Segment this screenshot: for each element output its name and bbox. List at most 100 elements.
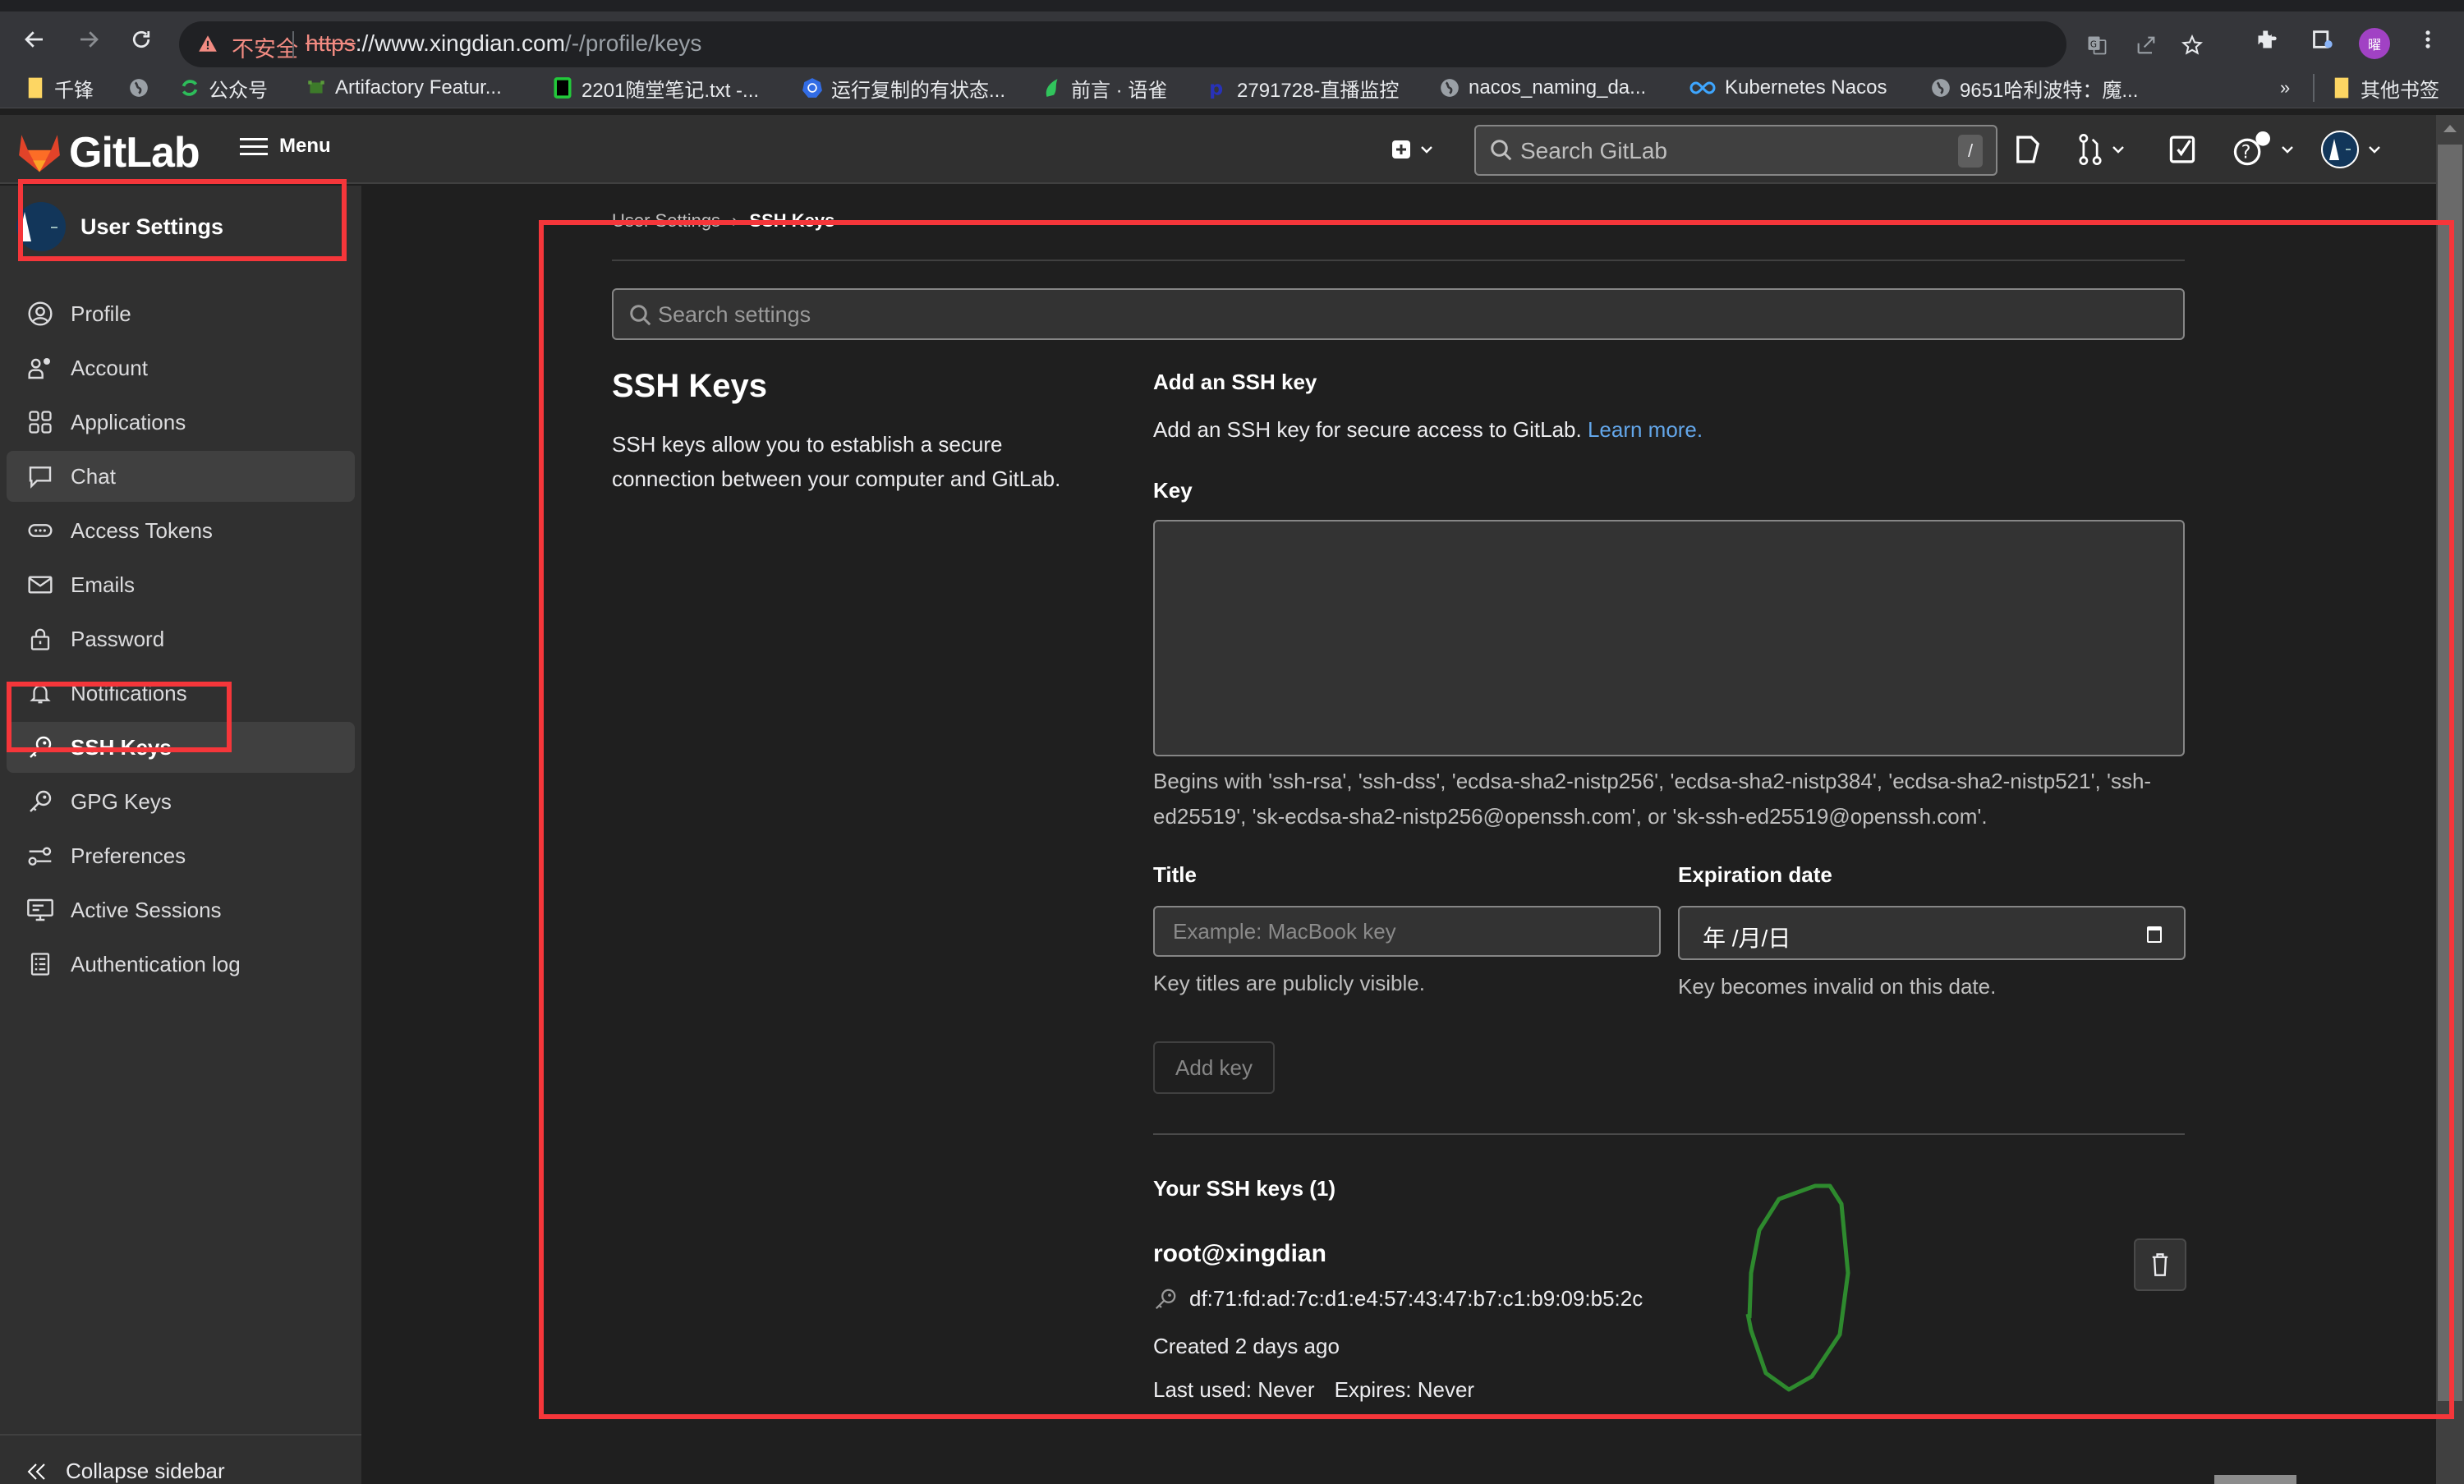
sidebar-item-ssh-keys[interactable]: SSH Keys (7, 722, 355, 773)
sidebar-context-header[interactable]: User Settings (16, 202, 345, 251)
search-shortcut-hint: / (1958, 135, 1983, 168)
search-icon (630, 305, 651, 326)
extensions-icon[interactable] (2250, 23, 2283, 56)
reload-button[interactable] (125, 23, 158, 56)
folder-icon (2331, 77, 2352, 99)
log-icon (26, 950, 54, 978)
divider (0, 1434, 361, 1436)
warning-icon (197, 33, 218, 54)
floating-thumbnail (2214, 1475, 2296, 1484)
bookmark-item[interactable]: nacos_naming_da... (1439, 74, 1646, 102)
key-help-text: Begins with 'ssh-rsa', 'ssh-dss', 'ecdsa… (1153, 769, 2152, 829)
gitlab-tanuki-icon (19, 135, 60, 172)
key-textarea[interactable] (1153, 520, 2185, 756)
folder-icon (25, 77, 46, 99)
back-button[interactable] (18, 23, 51, 56)
url-text[interactable]: https://www.xingdian.com/-/profile/keys (306, 30, 701, 57)
delete-key-button[interactable] (2134, 1238, 2186, 1291)
page-scrollbar[interactable] (2436, 115, 2464, 1484)
plus-square-icon (1392, 140, 1410, 159)
add-key-button[interactable]: Add key (1153, 1041, 1275, 1094)
calendar-icon[interactable] (2146, 924, 2163, 944)
key-icon (1155, 1289, 1176, 1309)
key-icon (26, 733, 54, 761)
translate-icon[interactable]: G (2083, 31, 2111, 59)
hamburger-icon (240, 138, 268, 155)
ssh-key-usage-meta: Last used: Never Expires: Never (1153, 1377, 1474, 1403)
more-menu-icon[interactable] (2411, 23, 2444, 56)
create-new-dropdown[interactable] (1391, 131, 1434, 168)
title-help-text: Key titles are publicly visible. (1153, 971, 1425, 995)
issues-button[interactable] (2014, 131, 2042, 168)
title-label: Title (1153, 862, 1197, 887)
share-icon[interactable] (2132, 31, 2160, 59)
bookmark-item[interactable]: p 2791728-直播监控 (1207, 74, 1399, 102)
sidebar-item-preferences[interactable]: Preferences (7, 830, 355, 881)
sidebar-item-notifications[interactable]: Notifications (7, 668, 355, 719)
sidebar-item-chat[interactable]: Chat (7, 451, 355, 502)
other-bookmarks[interactable]: 其他书签 (2331, 74, 2439, 102)
gitlab-header: GitLab Menu Search GitLab / ? (0, 115, 2436, 184)
gitlab-search-input[interactable]: Search GitLab / (1474, 125, 1997, 176)
sidebar-item-profile[interactable]: Profile (7, 288, 355, 339)
bookmark-item[interactable]: 前言 · 语雀 (1041, 74, 1167, 102)
infinity-icon (1689, 77, 1717, 99)
sidebar-item-emails[interactable]: Emails (7, 559, 355, 610)
p-icon: p (1207, 77, 1229, 99)
security-label[interactable]: 不安全 (232, 31, 298, 63)
collapse-sidebar-button[interactable]: Collapse sidebar (26, 1459, 225, 1484)
user-menu-dropdown[interactable] (2321, 131, 2382, 168)
breadcrumb-parent-link[interactable]: User Settings (612, 210, 720, 232)
ssh-key-created: Created 2 days ago (1153, 1334, 1340, 1358)
scrollbar-thumb[interactable] (2438, 145, 2462, 1401)
forward-button[interactable] (72, 23, 105, 56)
sidebar-item-access-tokens[interactable]: Access Tokens (7, 505, 355, 556)
sidebar-item-account[interactable]: Account (7, 342, 355, 393)
sidebar-context-title: User Settings (80, 214, 224, 239)
divider (292, 31, 294, 57)
sidebar-item-password[interactable]: Password (7, 613, 355, 664)
sidebar-item-active-sessions[interactable]: Active Sessions (7, 884, 355, 935)
applications-icon (26, 408, 54, 436)
yuque-icon (1041, 77, 1063, 99)
menu-button[interactable]: Menu (240, 135, 331, 158)
bookmark-item[interactable]: 公众号 (179, 74, 268, 102)
refresh-green-icon (179, 77, 200, 99)
bookmark-item[interactable]: 2201随堂笔记.txt -... (552, 74, 759, 102)
gitlab-wordmark: GitLab (69, 129, 200, 177)
key-icon (26, 788, 54, 816)
star-icon[interactable] (2178, 31, 2206, 59)
sidebar-item-applications[interactable]: Applications (7, 397, 355, 448)
bell-icon (26, 679, 54, 707)
sidebar-item-authentication-log[interactable]: Authentication log (7, 939, 355, 990)
sidebar-item-gpg-keys[interactable]: GPG Keys (7, 776, 355, 827)
browser-profile-avatar[interactable]: 曜 (2359, 28, 2390, 59)
help-dropdown[interactable]: ? (2232, 131, 2295, 168)
breadcrumb-current: SSH Keys (749, 210, 835, 231)
todos-button[interactable] (2168, 131, 2196, 168)
section-description: SSH keys allow you to establish a secure… (612, 432, 1061, 491)
add-ssh-key-heading: Add an SSH key (1153, 370, 1317, 394)
bookmark-item[interactable]: 9651哈利波特：魔... (1930, 74, 2138, 102)
merge-requests-dropdown[interactable] (2078, 131, 2126, 168)
chat-icon (26, 462, 54, 490)
bookmark-item[interactable]: Artifactory Featur... (306, 74, 502, 102)
bookmark-item[interactable]: 运行复制的有状态... (802, 74, 1005, 102)
bookmark-item[interactable]: 千锋 (25, 74, 94, 102)
title-input[interactable] (1153, 906, 1661, 957)
bookmark-item[interactable] (128, 74, 149, 102)
bookmark-item[interactable]: Kubernetes Nacos (1689, 74, 1887, 102)
ssh-key-title-link[interactable]: root@xingdian (1153, 1240, 1326, 1268)
learn-more-link[interactable]: Learn more. (1588, 417, 1703, 442)
arrow-left-icon (25, 31, 43, 48)
address-bar[interactable]: 不安全 https://www.xingdian.com/-/profile/k… (179, 21, 2204, 67)
search-settings-input[interactable]: Search settings (612, 288, 2185, 340)
annotation-green-scribble (1745, 1183, 1850, 1392)
settings-sidebar: User Settings Profile Account Applicatio… (0, 186, 361, 1484)
scroll-up-arrow-icon[interactable] (2443, 123, 2457, 133)
profile-icon (26, 300, 54, 328)
expiration-date-input[interactable]: 年 /月/日 (1678, 906, 2186, 960)
bookmarks-overflow-button[interactable]: » (2280, 74, 2290, 102)
sidepanel-icon[interactable] (2306, 23, 2339, 56)
gitlab-home-link[interactable]: GitLab (16, 128, 200, 177)
